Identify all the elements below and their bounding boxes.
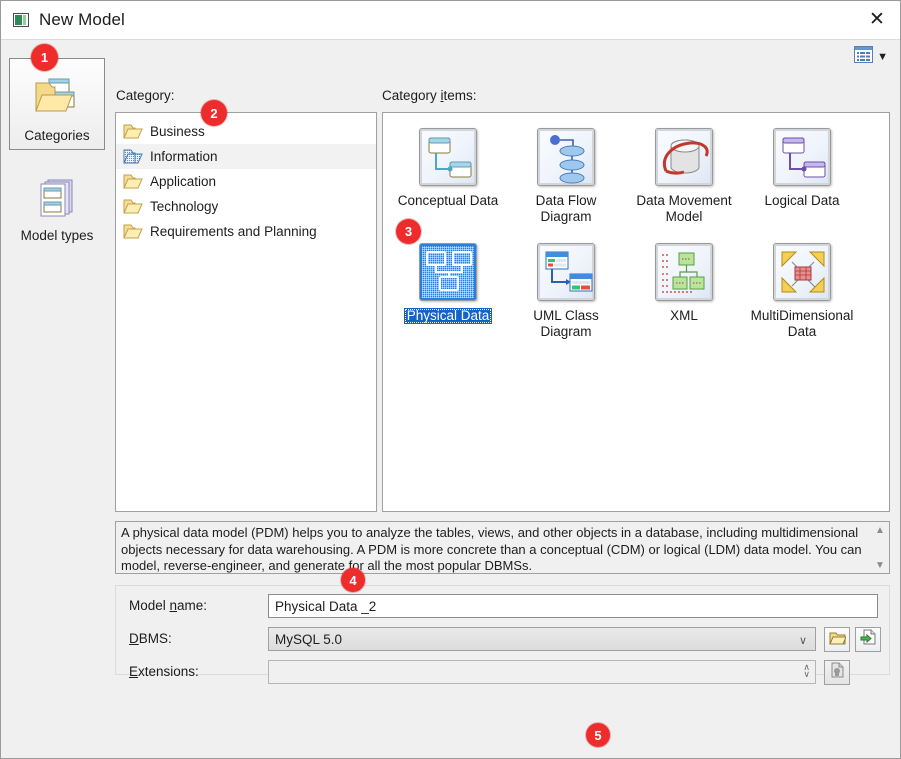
dbms-browse-button[interactable]	[824, 627, 850, 652]
annotation-badge-2: 2	[201, 100, 227, 126]
conceptual-data-icon	[419, 128, 477, 186]
model-item-label: Physical Data	[403, 308, 493, 324]
model-item-label: UML Class Diagram	[533, 308, 599, 339]
folder-open-icon	[828, 630, 847, 650]
model-item-label: MultiDimensional Data	[750, 308, 854, 339]
category-item-label: Application	[150, 174, 217, 189]
stepper-down-icon[interactable]: ∨	[803, 670, 810, 679]
model-description: A physical data model (PDM) helps you to…	[115, 521, 890, 574]
category-item-information[interactable]: Information	[116, 144, 376, 169]
dbms-row: DBMS: MySQL 5.0 ∨	[116, 627, 891, 652]
list-view-icon	[854, 46, 874, 68]
model-item-multidimensional-data[interactable]: MultiDimensional Data	[743, 238, 861, 353]
description-scrollbar[interactable]: ▲ ▼	[872, 523, 888, 574]
model-item-data-flow-diagram[interactable]: Data Flow Diagram	[507, 123, 625, 238]
title-bar: New Model ✕	[1, 1, 900, 39]
category-item-technology[interactable]: Technology	[116, 194, 376, 219]
category-item-label: Requirements and Planning	[150, 224, 317, 239]
stacked-documents-icon	[32, 174, 82, 224]
folder-icon	[123, 123, 143, 140]
scroll-down-icon[interactable]: ▼	[875, 558, 885, 574]
physical-data-icon	[419, 243, 477, 301]
chevron-down-icon: ∨	[798, 635, 807, 647]
annotation-badge-3: 3	[396, 219, 421, 244]
dbms-new-button[interactable]	[855, 627, 881, 652]
dbms-label: DBMS:	[129, 631, 172, 646]
model-name-row: Model name: Physical Data _2	[116, 594, 891, 618]
dialog-body: ▼ Categories Model types Category: Categ…	[1, 39, 900, 758]
model-item-uml-class-diagram[interactable]: UML Class Diagram	[507, 238, 625, 353]
model-item-label: XML	[670, 308, 698, 323]
folder-selected-icon	[123, 148, 143, 165]
category-item-label: Technology	[150, 199, 219, 214]
model-settings-group: Model name: Physical Data _2 DBMS: MySQL…	[115, 585, 891, 685]
model-item-label: Conceptual Data	[397, 193, 499, 208]
extensions-icon	[829, 662, 845, 683]
uml-class-diagram-icon	[537, 243, 595, 301]
logical-data-icon	[773, 128, 831, 186]
new-model-icon	[13, 13, 29, 27]
close-icon[interactable]: ✕	[854, 1, 900, 38]
category-list[interactable]: Business Information Application Technol…	[115, 112, 377, 512]
data-movement-model-icon	[655, 128, 713, 186]
model-name-input[interactable]: Physical Data _2	[268, 594, 878, 618]
chevron-down-icon: ▼	[877, 51, 888, 63]
folder-documents-icon	[32, 74, 82, 124]
model-item-label: Data Flow Diagram	[535, 193, 597, 224]
model-item-label: Logical Data	[764, 193, 840, 208]
category-item-label: Business	[150, 124, 205, 139]
model-name-label: Model name:	[129, 598, 208, 613]
extensions-label: Extensions:	[129, 664, 199, 679]
folder-icon	[123, 173, 143, 190]
dbms-select[interactable]: MySQL 5.0 ∨	[268, 627, 816, 651]
mode-rail: Categories Model types	[9, 58, 105, 250]
category-items-label: Category items:	[382, 88, 477, 103]
rail-item-label: Model types	[20, 228, 94, 243]
extensions-picker-button[interactable]	[824, 660, 850, 685]
model-item-xml[interactable]: XML	[625, 238, 743, 353]
category-item-application[interactable]: Application	[116, 169, 376, 194]
document-arrow-icon	[860, 629, 877, 650]
annotation-badge-5: 5	[586, 723, 610, 747]
category-item-business[interactable]: Business	[116, 119, 376, 144]
model-item-label: Data Movement Model	[636, 193, 732, 224]
category-label: Category:	[116, 88, 175, 103]
scroll-up-icon[interactable]: ▲	[875, 523, 885, 540]
model-item-logical-data[interactable]: Logical Data	[743, 123, 861, 238]
view-mode-toggle[interactable]: ▼	[854, 46, 888, 68]
window-title: New Model	[39, 10, 125, 29]
annotation-badge-1: 1	[31, 44, 58, 71]
model-description-text: A physical data model (PDM) helps you to…	[121, 525, 862, 573]
category-items-list[interactable]: Conceptual Data Data Flow Diagram Data M…	[382, 112, 890, 512]
xml-icon	[655, 243, 713, 301]
dbms-selected-value: MySQL 5.0	[275, 631, 343, 647]
category-item-requirements-and-planning[interactable]: Requirements and Planning	[116, 219, 376, 244]
category-item-label: Information	[150, 149, 218, 164]
rail-item-label: Categories	[24, 128, 90, 143]
multidimensional-data-icon	[773, 243, 831, 301]
folder-icon	[123, 198, 143, 215]
rail-item-categories[interactable]: Categories	[9, 58, 105, 150]
data-flow-diagram-icon	[537, 128, 595, 186]
folder-icon	[123, 223, 143, 240]
extensions-stepper[interactable]: ∧ ∨	[803, 663, 810, 679]
extensions-row: Extensions: ∧ ∨	[116, 660, 891, 685]
new-model-dialog: New Model ✕ ▼ Categories Model types Cat…	[0, 0, 901, 759]
model-item-data-movement-model[interactable]: Data Movement Model	[625, 123, 743, 238]
rail-item-model-types[interactable]: Model types	[9, 158, 105, 250]
model-item-physical-data[interactable]: Physical Data	[389, 238, 507, 353]
annotation-badge-4: 4	[341, 568, 365, 592]
extensions-input[interactable]: ∧ ∨	[268, 660, 816, 684]
